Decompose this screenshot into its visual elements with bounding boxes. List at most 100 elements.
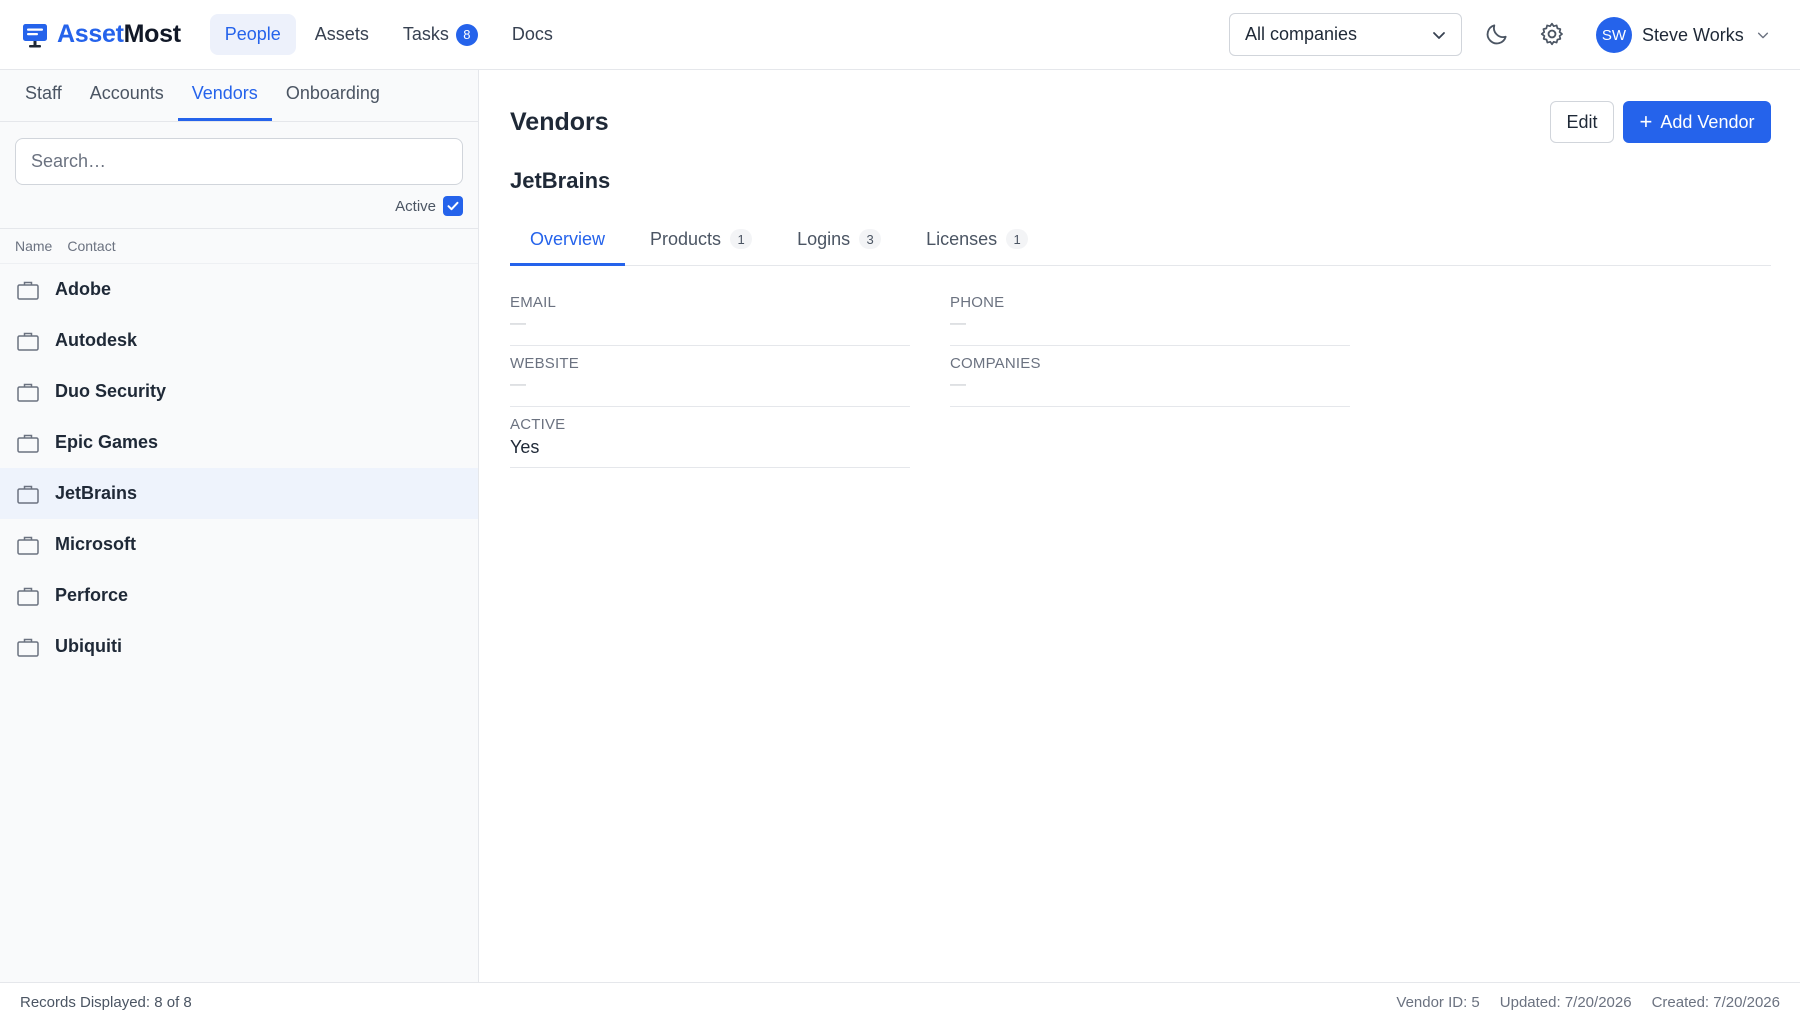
gear-icon[interactable] — [1539, 21, 1565, 47]
field-email: EMAIL — — [510, 294, 910, 346]
list-item[interactable]: Microsoft — [0, 519, 478, 570]
tab-licenses[interactable]: Licenses 1 — [906, 215, 1048, 266]
chevron-down-icon — [1757, 32, 1768, 39]
column-name[interactable]: Name — [15, 238, 52, 254]
tab-logins-label: Logins — [797, 228, 851, 249]
tab-onboarding[interactable]: Onboarding — [272, 69, 394, 121]
created-date: Created: 7/20/2026 — [1651, 994, 1780, 1011]
tab-logins[interactable]: Logins 3 — [777, 215, 901, 266]
products-count-badge: 1 — [730, 229, 753, 249]
people-subtabs: Staff Accounts Vendors Onboarding — [0, 70, 478, 122]
licenses-count-badge: 1 — [1006, 229, 1029, 249]
add-vendor-label: Add Vendor — [1660, 111, 1755, 132]
edit-button[interactable]: Edit — [1550, 101, 1614, 143]
monitor-logo-icon — [23, 23, 47, 47]
vendor-name: Adobe — [55, 279, 111, 299]
nav-tasks-label: Tasks — [402, 24, 449, 44]
briefcase-icon — [17, 281, 39, 300]
brand-name-part1: Asset — [57, 20, 124, 48]
vendor-name: Duo Security — [55, 381, 167, 401]
tab-staff[interactable]: Staff — [11, 69, 76, 121]
list-header: Name Contact — [0, 228, 478, 264]
field-phone-label: PHONE — [950, 294, 1005, 311]
field-active-label: ACTIVE — [510, 416, 566, 433]
search-wrap — [0, 122, 478, 185]
field-active-value: Yes — [510, 437, 540, 457]
vendor-name: Autodesk — [55, 330, 138, 350]
tab-vendors[interactable]: Vendors — [177, 69, 272, 121]
main-nav: People Assets Tasks 8 Docs — [209, 14, 572, 56]
chevron-down-icon — [1433, 31, 1445, 39]
nav-assets[interactable]: Assets — [300, 14, 384, 55]
records-displayed: Records Displayed: 8 of 8 — [20, 994, 192, 1011]
record-title: JetBrains — [510, 168, 611, 193]
brand-name-part2: Most — [123, 20, 181, 48]
vendor-name: Microsoft — [55, 534, 136, 554]
list-item[interactable]: Autodesk — [0, 315, 478, 366]
tab-products[interactable]: Products 1 — [630, 215, 772, 266]
vendor-name: Perforce — [55, 585, 129, 605]
field-companies: COMPANIES — — [950, 355, 1350, 407]
company-select-value: All companies — [1245, 24, 1358, 44]
briefcase-icon — [17, 383, 39, 402]
sidebar: Staff Accounts Vendors Onboarding Active… — [0, 70, 479, 982]
brand[interactable]: AssetMost — [21, 20, 181, 49]
vendor-name: Ubiquiti — [55, 636, 122, 656]
add-vendor-button[interactable]: + Add Vendor — [1623, 101, 1771, 143]
field-email-value: — — [510, 315, 526, 332]
tasks-count-badge: 8 — [455, 23, 478, 46]
tab-licenses-label: Licenses — [926, 228, 998, 249]
field-companies-label: COMPANIES — [950, 355, 1041, 372]
nav-tasks[interactable]: Tasks 8 — [388, 14, 493, 56]
user-menu[interactable]: SW Steve Works — [1596, 17, 1770, 53]
nav-people[interactable]: People — [209, 14, 296, 55]
briefcase-icon — [17, 536, 39, 555]
list-item[interactable]: Ubiquiti — [0, 621, 478, 672]
field-website-value: — — [510, 376, 526, 393]
column-contact[interactable]: Contact — [67, 238, 115, 254]
list-item[interactable]: Duo Security — [0, 366, 478, 417]
briefcase-icon — [17, 587, 39, 606]
briefcase-icon — [17, 638, 39, 657]
nav-docs[interactable]: Docs — [497, 14, 568, 55]
list-item[interactable]: Perforce — [0, 570, 478, 621]
active-filter: Active — [0, 196, 478, 216]
tab-overview[interactable]: Overview — [510, 215, 626, 266]
vendor-name: JetBrains — [55, 483, 138, 503]
field-email-label: EMAIL — [510, 294, 557, 311]
field-phone: PHONE — — [950, 294, 1350, 346]
page-title: Vendors — [510, 108, 609, 136]
field-phone-value: — — [950, 315, 966, 332]
logins-count-badge: 3 — [859, 229, 882, 249]
vendor-name: Epic Games — [55, 432, 159, 452]
brand-name: AssetMost — [57, 20, 181, 49]
field-companies-value: — — [950, 376, 966, 393]
record-meta: Vendor ID: 5 Updated: 7/20/2026 Created:… — [1376, 994, 1780, 1011]
vendor-list: Adobe Autodesk Duo Security Epic Games J… — [0, 264, 478, 672]
list-item-selected[interactable]: JetBrains — [0, 468, 478, 519]
user-name: Steve Works — [1642, 24, 1744, 45]
company-select[interactable]: All companies — [1229, 13, 1462, 56]
top-bar: AssetMost People Assets Tasks 8 Docs All … — [0, 0, 1800, 70]
search-input[interactable] — [15, 138, 463, 185]
moon-icon[interactable] — [1484, 21, 1510, 47]
nav-people-label: People — [224, 24, 281, 44]
check-icon — [447, 201, 459, 211]
nav-assets-label: Assets — [314, 24, 369, 44]
field-website: WEBSITE — — [510, 355, 910, 407]
field-website-label: WEBSITE — [510, 355, 579, 372]
avatar: SW — [1596, 17, 1632, 53]
nav-docs-label: Docs — [511, 24, 553, 44]
field-active: ACTIVE Yes — [510, 416, 910, 468]
list-item[interactable]: Epic Games — [0, 417, 478, 468]
vendor-detail-panel: Vendors Edit + Add Vendor JetBrains Over… — [480, 70, 1800, 982]
plus-icon: + — [1639, 109, 1653, 134]
active-filter-checkbox[interactable] — [443, 196, 463, 216]
briefcase-icon — [17, 485, 39, 504]
tab-products-label: Products — [650, 228, 722, 249]
list-item[interactable]: Adobe — [0, 264, 478, 315]
detail-tabs: Overview Products 1 Logins 3 Licenses 1 — [510, 215, 1771, 266]
active-filter-label: Active — [395, 197, 436, 215]
tab-accounts[interactable]: Accounts — [76, 69, 178, 121]
briefcase-icon — [17, 434, 39, 453]
